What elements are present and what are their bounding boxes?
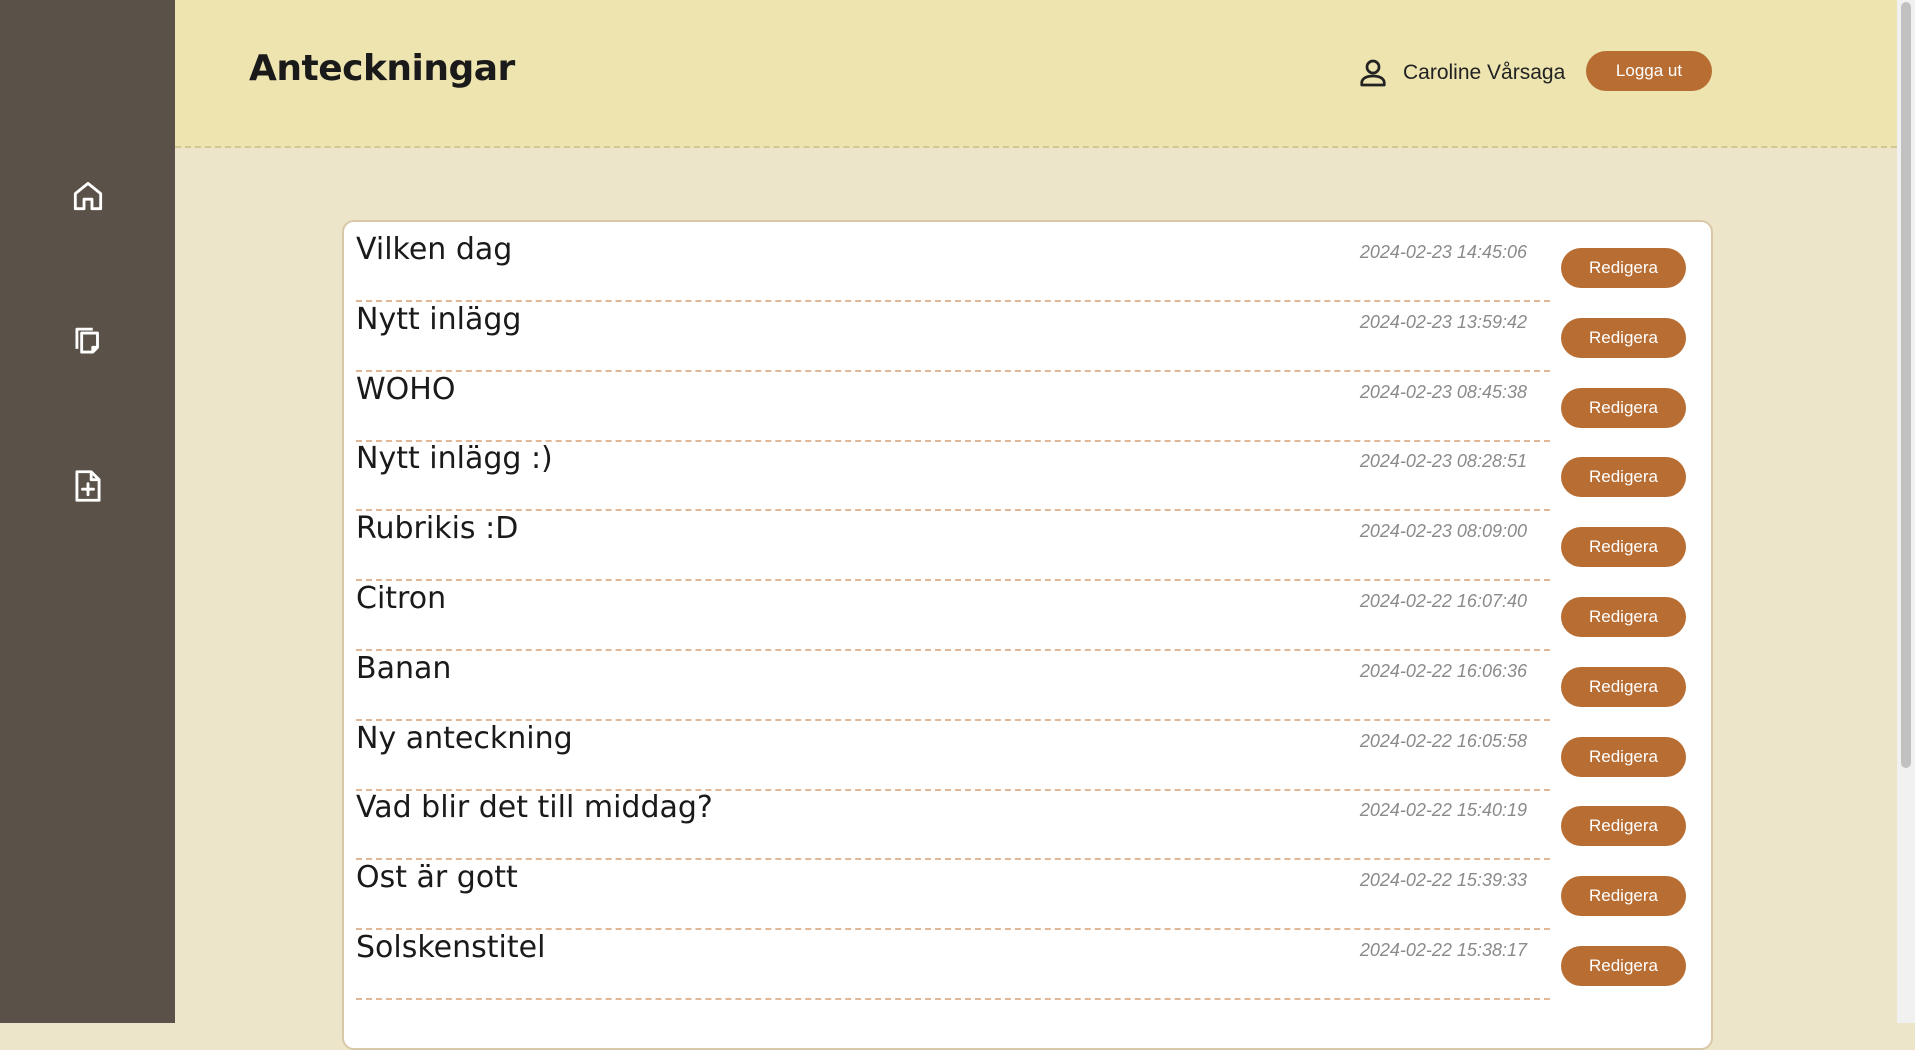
sidebar-item-new-note[interactable]	[60, 458, 116, 514]
note-date: 2024-02-23 08:45:38	[1359, 381, 1527, 402]
scrollbar[interactable]	[1897, 0, 1915, 1023]
list-item: Citron 2024-02-22 16:07:40 Redigera	[344, 569, 1711, 651]
note-title: Banan	[356, 650, 452, 686]
note-title: Nytt inlägg :)	[356, 441, 553, 477]
edit-button[interactable]: Redigera	[1561, 597, 1686, 637]
list-item: Rubrikis :D 2024-02-23 08:09:00 Redigera	[344, 499, 1711, 582]
sidebar-item-notes[interactable]	[60, 313, 116, 369]
note-title: Ny anteckning	[356, 720, 573, 756]
note-title: WOHO	[356, 371, 456, 407]
new-note-icon	[75, 470, 101, 502]
user-name: Caroline Vårsaga	[1403, 61, 1566, 84]
user-info: Caroline Vårsaga	[1355, 50, 1565, 96]
edit-button[interactable]: Redigera	[1561, 317, 1686, 358]
edit-button[interactable]: Redigera	[1561, 248, 1686, 288]
list-item: Solskenstitel 2024-02-22 15:38:17 Redigera	[344, 918, 1711, 1000]
list-item: Banan 2024-02-22 16:06:36 Redigera	[344, 639, 1711, 721]
edit-button[interactable]: Redigera	[1561, 527, 1686, 568]
list-item: Vilken dag 2024-02-23 14:45:06 Redigera	[344, 222, 1711, 302]
sidebar	[0, 0, 175, 1023]
edit-button[interactable]: Redigera	[1561, 806, 1686, 847]
note-date: 2024-02-22 16:05:58	[1359, 730, 1527, 751]
page-title: Anteckningar	[249, 48, 515, 89]
list-item: WOHO 2024-02-23 08:45:38 Redigera	[344, 360, 1711, 442]
edit-button[interactable]: Redigera	[1561, 946, 1686, 986]
note-title: Rubrikis :D	[356, 511, 519, 547]
note-date: 2024-02-22 15:39:33	[1359, 870, 1527, 891]
note-title: Solskenstitel	[356, 930, 546, 965]
home-icon	[73, 181, 103, 211]
note-title: Vad blir det till middag?	[356, 790, 713, 826]
note-date: 2024-02-22 16:06:36	[1359, 660, 1527, 681]
header: Anteckningar Caroline Vårsaga Logga ut	[175, 0, 1897, 148]
edit-button[interactable]: Redigera	[1561, 736, 1686, 777]
note-title: Vilken dag	[356, 232, 513, 267]
list-item: Ny anteckning 2024-02-22 16:05:58 Redigera	[344, 709, 1711, 791]
list-item: Vad blir det till middag? 2024-02-22 15:4…	[344, 778, 1711, 861]
note-date: 2024-02-22 15:38:17	[1359, 940, 1527, 960]
logout-button[interactable]: Logga ut	[1586, 51, 1712, 91]
edit-button[interactable]: Redigera	[1561, 387, 1686, 428]
list-item: Nytt inlägg 2024-02-23 13:59:42 Redigera	[344, 290, 1711, 372]
note-title: Citron	[356, 581, 447, 616]
notes-list: Vilken dag 2024-02-23 14:45:06 Redigera Nyt…	[342, 220, 1713, 1050]
list-item: Nytt inlägg :) 2024-02-23 08:28:51 Rediger…	[344, 429, 1711, 512]
note-date: 2024-02-22 16:07:40	[1359, 591, 1527, 611]
note-date: 2024-02-23 14:45:06	[1359, 242, 1527, 262]
edit-button[interactable]: Redigera	[1561, 876, 1686, 917]
note-date: 2024-02-23 08:09:00	[1359, 521, 1527, 542]
notes-icon	[75, 327, 99, 354]
list-item: Ost är gott 2024-02-22 15:39:33 Redigera	[344, 848, 1711, 931]
edit-button[interactable]: Redigera	[1561, 666, 1686, 707]
note-title: Nytt inlägg	[356, 301, 522, 337]
note-title: Ost är gott	[356, 860, 518, 896]
note-date: 2024-02-23 08:28:51	[1359, 451, 1527, 472]
scrollbar-thumb[interactable]	[1901, 2, 1911, 768]
divider	[356, 998, 1550, 1000]
note-date: 2024-02-23 13:59:42	[1359, 311, 1527, 332]
edit-button[interactable]: Redigera	[1561, 457, 1686, 498]
sidebar-item-home[interactable]	[60, 168, 116, 224]
note-date: 2024-02-22 15:40:19	[1359, 800, 1527, 821]
user-icon	[1360, 59, 1386, 87]
